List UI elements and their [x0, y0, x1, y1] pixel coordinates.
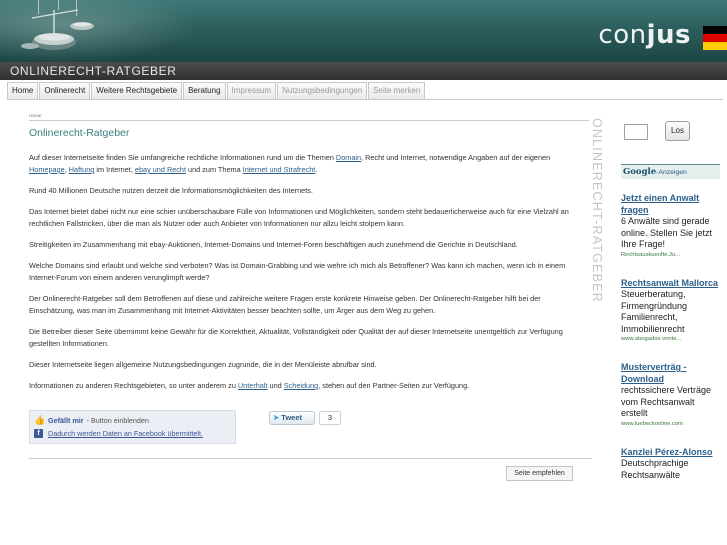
- link-haftung[interactable]: Haftung: [69, 165, 95, 174]
- ad-body: rechtssichere Verträge vom Rechtsanwalt …: [621, 385, 712, 418]
- ads-header: Google-Anzeigen: [621, 164, 720, 179]
- ad-body: Steuerberatung, Firmengründung Familienr…: [621, 289, 688, 334]
- paragraph: Dieser Internetseite liegen allgemeine N…: [29, 360, 377, 369]
- flag-stripe-red: [703, 34, 727, 42]
- flag-stripe-black: [703, 26, 727, 34]
- nav-onlinerecht[interactable]: Onlinerecht: [39, 82, 91, 99]
- twitter-bird-icon: ➤: [273, 413, 280, 422]
- nav-beratung[interactable]: Beratung: [183, 82, 226, 99]
- search-input[interactable]: [624, 124, 648, 140]
- nav-nutzungsbedingungen[interactable]: Nutzungsbedingungen: [277, 82, 368, 99]
- german-flag-icon: [703, 26, 727, 50]
- ad-item[interactable]: Jetzt einen Anwalt fragen 6 Anwälte sind…: [621, 193, 720, 259]
- site-header: conjus: [0, 0, 727, 62]
- ad-item[interactable]: Rechtsanwalt Mallorca Steuerberatung, Fi…: [621, 278, 720, 344]
- paragraph: Welche Domains sind erlaubt und welche s…: [29, 261, 566, 282]
- ad-url[interactable]: Rechtsauskuenfte.Ju...: [621, 251, 720, 259]
- thumbs-up-icon: 👍: [34, 415, 46, 425]
- page-title: Onlinerecht-Ratgeber: [29, 127, 130, 139]
- ad-title[interactable]: Jetzt einen Anwalt fragen: [621, 193, 720, 216]
- paragraph: Rund 40 Millionen Deutsche nutzen derzei…: [29, 186, 313, 195]
- link-domain[interactable]: Domain: [336, 153, 361, 162]
- flag-stripe-gold: [703, 42, 727, 50]
- link-internet-und-strafrecht[interactable]: Internet und Strafrecht: [243, 165, 316, 174]
- partner-paragraph: Informationen zu anderen Rechtsgebieten,…: [29, 381, 470, 390]
- ad-item[interactable]: Musterverträg - Download rechtssichere V…: [621, 362, 720, 428]
- ad-body: Deutschprachige Rechtsanwälte: [621, 458, 689, 480]
- link-homepage[interactable]: Homepage: [29, 165, 65, 174]
- breadcrumb: HOME: [29, 113, 589, 121]
- vertical-site-label: ONLINERECHT-RATGEBER: [590, 118, 604, 303]
- intro-paragraph: Auf dieser Internetseite finden Sie umfa…: [29, 153, 551, 174]
- facebook-like-note: - Button einblenden: [86, 416, 149, 425]
- site-title: ONLINERECHT-RATGEBER: [10, 64, 177, 78]
- conjus-logo[interactable]: conjus: [598, 20, 691, 50]
- facebook-icon: f: [34, 429, 43, 438]
- facebook-like-box: 👍 Gefällt mir - Button einblenden f Dadu…: [29, 410, 236, 444]
- sidebar: Los Google-Anzeigen Jetzt einen Anwalt f…: [614, 100, 723, 545]
- ad-title[interactable]: Musterverträg - Download: [621, 362, 720, 385]
- search-button[interactable]: Los: [665, 121, 690, 141]
- article-body: Auf dieser Internetseite finden Sie umfa…: [29, 152, 574, 401]
- ad-body: 6 Anwälte sind gerade online. Stellen Si…: [621, 216, 713, 249]
- tweet-button[interactable]: ➤ Tweet: [269, 411, 315, 425]
- ad-url[interactable]: www.luebeckonline.com: [621, 420, 720, 428]
- link-ebay-und-recht[interactable]: ebay und Recht: [135, 165, 186, 174]
- main-content: HOME Onlinerecht-Ratgeber Auf dieser Int…: [7, 100, 607, 545]
- link-unterhalt[interactable]: Unterhalt: [238, 381, 268, 390]
- nav-weitere-rechtsgebiete[interactable]: Weitere Rechtsgebiete: [91, 82, 183, 99]
- paragraph: Die Betreiber dieser Seite übernimmt kei…: [29, 327, 563, 348]
- facebook-like-button[interactable]: Gefällt mir: [48, 416, 84, 425]
- nav-seite-merken[interactable]: Seite merken: [368, 82, 426, 99]
- facebook-privacy-link[interactable]: Dadurch werden Daten an Facebook übermit…: [48, 429, 203, 438]
- ad-title[interactable]: Rechtsanwalt Mallorca: [621, 278, 720, 290]
- tweet-count: 3: [319, 411, 341, 425]
- paragraph: Das Internet bietet dabei nicht nur eine…: [29, 207, 569, 228]
- divider: [29, 458, 592, 459]
- breadcrumb-home[interactable]: HOME: [29, 113, 42, 118]
- ad-url[interactable]: www.abogados-vonte...: [621, 335, 720, 343]
- recommend-page-button[interactable]: Seite empfehlen: [506, 466, 573, 481]
- ad-item[interactable]: Kanzlei Pérez-Alonso Deutschprachige Rec…: [621, 447, 720, 482]
- paragraph: Der Onlinerecht-Ratgeber soll dem Betrof…: [29, 294, 541, 315]
- google-ads: Google-Anzeigen Jetzt einen Anwalt frage…: [621, 164, 720, 481]
- google-logo: Google: [623, 167, 657, 177]
- link-scheidung[interactable]: Scheidung: [284, 381, 319, 390]
- nav-home[interactable]: Home: [7, 82, 39, 99]
- scales-of-justice-icon: [21, 9, 94, 50]
- main-nav: Home Onlinerecht Weitere Rechtsgebiete B…: [7, 82, 723, 100]
- nav-impressum[interactable]: Impressum: [226, 82, 277, 99]
- ad-title[interactable]: Kanzlei Pérez-Alonso: [621, 447, 720, 459]
- paragraph: Streitigkeiten im Zusammenhang mit ebay-…: [29, 240, 518, 249]
